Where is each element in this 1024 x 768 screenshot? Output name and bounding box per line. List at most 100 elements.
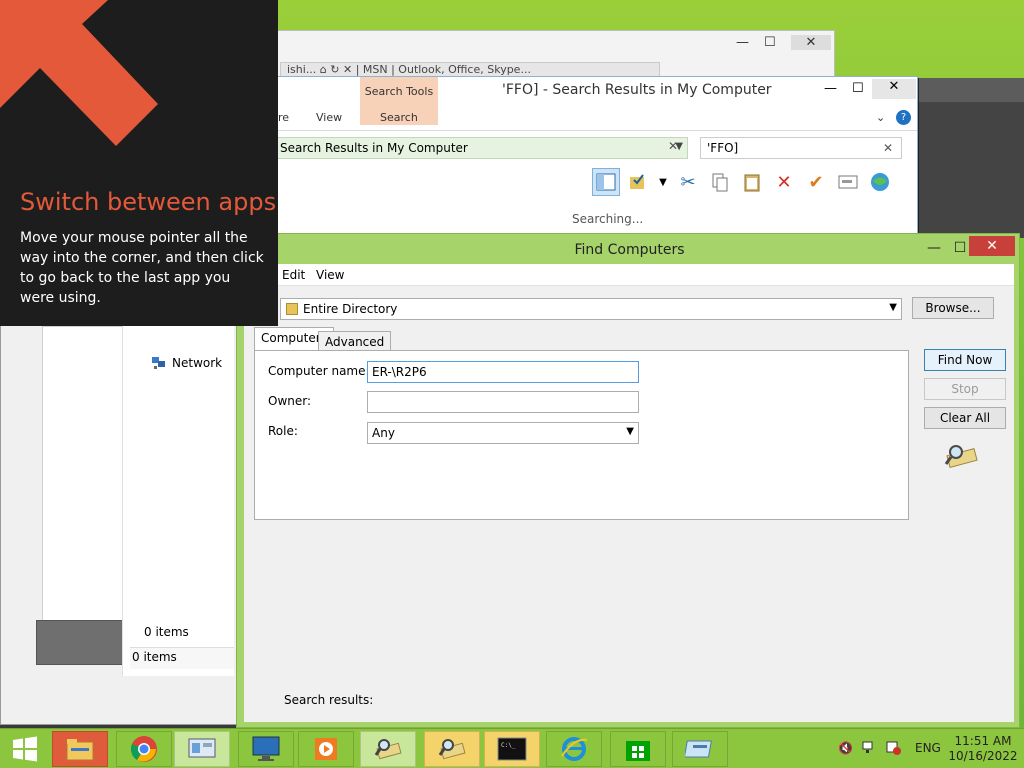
taskbar-remote-desktop[interactable]: [238, 731, 294, 767]
search-icon: [438, 739, 466, 760]
store-icon: [626, 741, 650, 761]
search-results-label: Search results:: [284, 693, 374, 707]
minimize-icon[interactable]: —: [824, 81, 837, 96]
chevron-down-icon[interactable]: ▼: [626, 426, 634, 437]
search-input[interactable]: 'FFO] ✕: [700, 137, 902, 159]
corner-arrow-icon: [0, 0, 158, 146]
nav-items-count: 0 items: [144, 625, 189, 639]
taskbar-store[interactable]: [610, 731, 666, 767]
stop-button[interactable]: Stop: [924, 378, 1006, 400]
search-animation-icon: [944, 442, 980, 473]
tab-advanced[interactable]: Advanced: [318, 331, 392, 351]
properties-button[interactable]: [624, 168, 652, 196]
computers-tab-panel: Computer name: ER-\R2P6 Owner: Role: Any…: [254, 350, 909, 520]
nav-item-network-label: Network: [172, 356, 223, 370]
menu-edit[interactable]: Edit: [282, 268, 305, 282]
preview-pane-button[interactable]: [592, 168, 620, 196]
terminal-icon: C:\_: [497, 737, 527, 761]
taskbar-control-panel[interactable]: [174, 731, 230, 767]
taskbar-command-prompt[interactable]: C:\_: [484, 731, 540, 767]
clock-time: 11:51 AM: [954, 734, 1012, 748]
folder-icon: [286, 303, 298, 315]
search-results-window[interactable]: 'FFO] - Search Results in My Computer — …: [275, 76, 918, 236]
taskbar-find-computers[interactable]: [360, 731, 416, 767]
tab-view[interactable]: View: [316, 111, 342, 124]
control-panel-icon: [188, 738, 216, 758]
find-computers-titlebar[interactable]: Find Computers — ☐ ✕: [237, 234, 1019, 264]
globe-icon[interactable]: [866, 168, 894, 196]
search-icon: [374, 739, 402, 760]
hint-title: Switch between apps: [20, 188, 277, 216]
nav-item-network[interactable]: Network: [150, 355, 222, 371]
role-label: Role:: [268, 424, 298, 438]
computer-name-field[interactable]: ER-\R2P6: [367, 361, 639, 383]
network-icon[interactable]: [862, 741, 878, 758]
windows-logo-icon: [13, 736, 37, 762]
switch-apps-hint: Switch between apps Move your mouse poin…: [0, 0, 278, 326]
delete-icon[interactable]: ✕: [770, 168, 798, 196]
chevron-down-icon[interactable]: ▼: [889, 302, 897, 313]
address-text: Search Results in My Computer: [280, 141, 468, 155]
taskbar-find-computers-2[interactable]: [424, 731, 480, 767]
folder-check-icon: [630, 174, 644, 189]
maximize-icon[interactable]: ☐: [764, 35, 776, 50]
maximize-icon[interactable]: ☐: [852, 81, 864, 96]
tab-search[interactable]: Search: [380, 111, 418, 124]
taskbar-server-manager[interactable]: [672, 731, 728, 767]
help-icon[interactable]: ?: [896, 110, 911, 125]
menu-bar: Edit View: [244, 264, 1014, 286]
search-scope-value: Entire Directory: [303, 302, 398, 316]
search-input-value: 'FFO]: [707, 141, 739, 155]
close-icon[interactable]: ✕: [791, 35, 831, 50]
media-player-icon: [315, 738, 337, 760]
hint-body: Move your mouse pointer all the way into…: [20, 230, 264, 306]
chrome-icon: [130, 736, 157, 762]
language-indicator[interactable]: ENG: [915, 741, 941, 755]
action-center-icon[interactable]: [886, 741, 902, 758]
menu-view[interactable]: View: [316, 268, 344, 282]
find-now-button[interactable]: Find Now: [924, 349, 1006, 371]
close-button[interactable]: ✕: [969, 236, 1015, 256]
taskbar-internet-explorer[interactable]: [546, 731, 602, 767]
window-title: Find Computers: [574, 242, 685, 258]
role-select[interactable]: Any ▼: [367, 422, 639, 444]
chevron-down-icon[interactable]: ▼: [656, 168, 670, 196]
close-icon[interactable]: ✕: [872, 79, 916, 99]
network-icon: [152, 357, 165, 369]
searching-status: Searching...: [572, 212, 644, 226]
minimize-icon[interactable]: —: [736, 35, 749, 50]
owner-field[interactable]: [367, 391, 639, 413]
background-dark-window: [918, 78, 1024, 238]
close-icon[interactable]: ✕: [883, 141, 893, 155]
svg-text:C:\_: C:\_: [501, 742, 516, 749]
checkmark-icon[interactable]: ✔: [802, 168, 830, 196]
clear-all-button[interactable]: Clear All: [924, 407, 1006, 429]
ribbon-tabs: re View Search ⌄ ?: [276, 105, 917, 131]
taskbar-chrome[interactable]: [116, 731, 172, 767]
folder-icon: [66, 739, 94, 761]
system-clock[interactable]: 11:51 AM 10/16/2022: [948, 734, 1018, 764]
volume-muted-icon[interactable]: 🔇: [838, 741, 853, 755]
copy-icon[interactable]: [706, 168, 734, 196]
cut-icon[interactable]: ✂: [674, 168, 702, 196]
clear-address-icon[interactable]: ✕: [668, 139, 678, 153]
address-bar[interactable]: Search Results in My Computer ▼: [276, 137, 688, 159]
paste-icon[interactable]: [738, 168, 766, 196]
search-scope-select[interactable]: Entire Directory ▼: [280, 298, 902, 320]
chevron-down-icon[interactable]: ⌄: [876, 111, 885, 124]
window-title: 'FFO] - Search Results in My Computer: [502, 82, 772, 98]
tab-share[interactable]: re: [278, 111, 289, 124]
internet-explorer-icon: [561, 737, 588, 761]
computer-name-label: Computer name:: [268, 364, 370, 378]
taskbar-file-explorer[interactable]: [52, 731, 108, 767]
clock-date: 10/16/2022: [948, 749, 1018, 763]
rename-icon[interactable]: [834, 168, 862, 196]
taskbar-media-player[interactable]: [298, 731, 354, 767]
start-button[interactable]: [0, 731, 50, 767]
navigation-pane: [122, 326, 234, 676]
taskbar: C:\_ 🔇 ENG 11:51 AM 10/16/2022: [0, 728, 1024, 768]
owner-label: Owner:: [268, 394, 312, 408]
find-computers-window[interactable]: Find Computers — ☐ ✕ Edit View Entire Di…: [236, 233, 1020, 728]
browse-button[interactable]: Browse...: [912, 297, 994, 319]
close-icon: ✕: [986, 238, 998, 254]
